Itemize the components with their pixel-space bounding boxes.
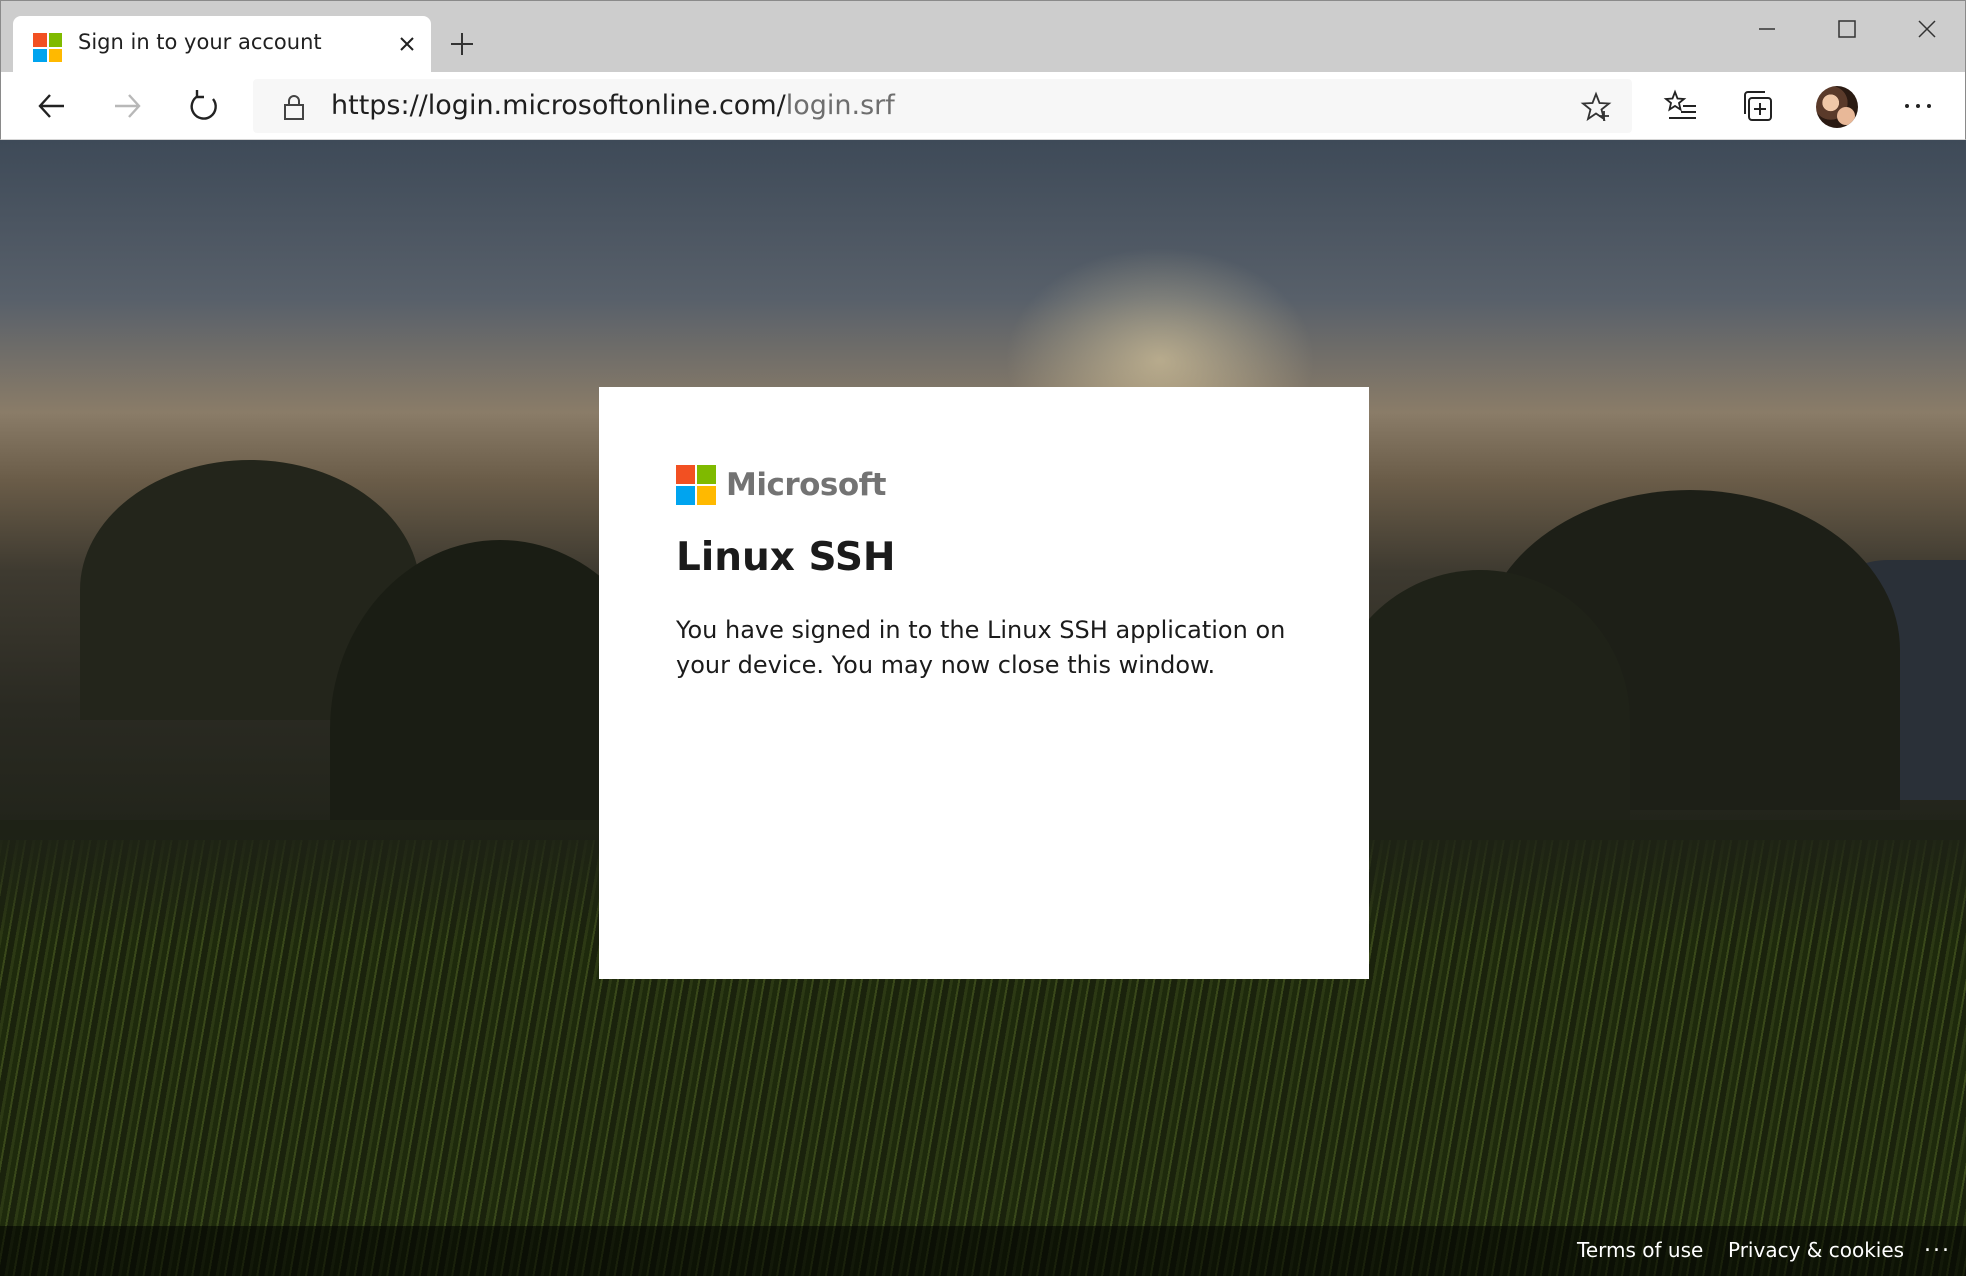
close-icon[interactable] bbox=[393, 30, 421, 58]
collections-icon[interactable] bbox=[1739, 86, 1779, 126]
arrow-left-icon[interactable] bbox=[32, 86, 72, 126]
address-bar[interactable]: https://login.microsoftonline.com/login.… bbox=[253, 79, 1632, 133]
url-host: https://login.microsoftonline.com/ bbox=[331, 90, 786, 121]
confirmation-message: You have signed in to the Linux SSH appl… bbox=[676, 616, 1286, 679]
refresh-icon[interactable] bbox=[184, 86, 224, 126]
url-text: https://login.microsoftonline.com/login.… bbox=[331, 90, 895, 121]
terms-of-use-link[interactable]: Terms of use bbox=[1577, 1238, 1703, 1262]
navigation-bar: https://login.microsoftonline.com/login.… bbox=[0, 72, 1966, 140]
page-title: Linux SSH bbox=[676, 535, 896, 580]
privacy-cookies-link[interactable]: Privacy & cookies bbox=[1728, 1238, 1904, 1262]
microsoft-squares-icon bbox=[676, 465, 716, 505]
footer: Terms of use Privacy & cookies ... bbox=[0, 1226, 1966, 1276]
sign-in-card: Microsoft Linux SSH You have signed in t… bbox=[599, 387, 1369, 979]
microsoft-favicon-icon bbox=[33, 33, 62, 62]
arrow-right-icon[interactable] bbox=[107, 86, 147, 126]
plus-icon[interactable] bbox=[447, 29, 477, 59]
microsoft-logo: Microsoft bbox=[676, 465, 887, 505]
browser-tab[interactable]: Sign in to your account bbox=[13, 16, 431, 73]
footer-more-button[interactable]: ... bbox=[1924, 1232, 1951, 1257]
maximize-icon[interactable] bbox=[1817, 9, 1877, 49]
page-background: Microsoft Linux SSH You have signed in t… bbox=[0, 140, 1966, 1276]
microsoft-wordmark: Microsoft bbox=[726, 467, 887, 503]
favorites-list-icon[interactable] bbox=[1661, 86, 1701, 126]
tab-title: Sign in to your account bbox=[78, 30, 322, 54]
tab-bar: Sign in to your account bbox=[0, 0, 1966, 73]
minimize-icon[interactable] bbox=[1737, 9, 1797, 49]
star-icon[interactable] bbox=[1580, 91, 1612, 123]
lock-icon[interactable] bbox=[279, 92, 309, 122]
avatar[interactable] bbox=[1816, 86, 1858, 128]
url-path: login.srf bbox=[785, 90, 895, 121]
window-close-icon[interactable] bbox=[1897, 9, 1957, 49]
more-icon[interactable] bbox=[1898, 86, 1938, 126]
